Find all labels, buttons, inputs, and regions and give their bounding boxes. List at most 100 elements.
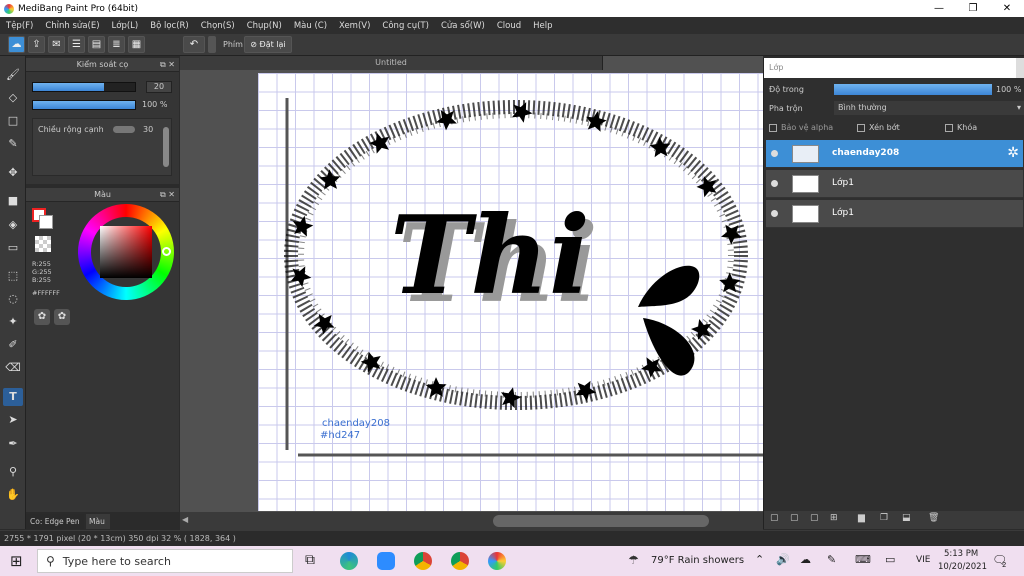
scrollbar-thumb[interactable] bbox=[493, 515, 709, 527]
menu-file[interactable]: Tệp(F) bbox=[0, 21, 39, 31]
layer-row[interactable]: Lớp1 bbox=[766, 170, 1023, 198]
hand-tool-icon[interactable]: ✋ bbox=[3, 486, 23, 504]
windows-start-icon[interactable]: ⊞ bbox=[10, 552, 23, 570]
menu-capture[interactable]: Chụp(N) bbox=[241, 21, 288, 31]
menu-window[interactable]: Cửa sổ(W) bbox=[435, 21, 491, 31]
layer-row[interactable]: Lớp1 bbox=[766, 200, 1023, 228]
close-icon[interactable]: ⧉ ✕ bbox=[160, 58, 175, 72]
new-layer-1bit-icon[interactable]: ▢ bbox=[810, 513, 819, 523]
brush-size-slider[interactable] bbox=[32, 82, 136, 92]
background-color-swatch[interactable] bbox=[39, 215, 53, 229]
lock-checkbox[interactable]: Khóa bbox=[945, 123, 977, 132]
chevron-up-icon[interactable]: ⌃ bbox=[755, 553, 764, 566]
grid-icon[interactable]: ▦ bbox=[128, 36, 145, 53]
select-pen-icon[interactable]: ✐ bbox=[3, 336, 23, 354]
menu-edit[interactable]: Chỉnh sửa(E) bbox=[39, 21, 105, 31]
minimize-button[interactable]: — bbox=[922, 3, 956, 14]
duplicate-icon[interactable]: ❐ bbox=[880, 513, 888, 523]
fill-rect-tool-icon[interactable]: ■ bbox=[3, 192, 23, 210]
text-tool-icon[interactable]: T bbox=[3, 388, 23, 406]
layer-opacity-slider[interactable] bbox=[834, 84, 992, 95]
weather-text[interactable]: 79°F Rain showers bbox=[651, 555, 744, 566]
canvas-paper[interactable]: Thi Thi chaenday208 #hd247 bbox=[258, 73, 763, 511]
brush-tool-icon[interactable]: 🖌 bbox=[3, 66, 23, 84]
brush-name-tab[interactable]: Co: Edge Pen bbox=[26, 514, 84, 529]
pen-tool-icon[interactable]: ✒ bbox=[3, 435, 23, 453]
brush-opacity-slider[interactable] bbox=[32, 100, 136, 110]
taskbar-search[interactable]: ⚲ Type here to search bbox=[37, 549, 293, 573]
menu-filter[interactable]: Bộ lọc(R) bbox=[144, 21, 195, 31]
move-tool-icon[interactable]: ✥ bbox=[3, 164, 23, 182]
keyboard-icon[interactable]: ⌨ bbox=[855, 553, 871, 566]
new-layer-8bit-icon[interactable]: ▢ bbox=[790, 513, 799, 523]
menu-color[interactable]: Màu (C) bbox=[288, 21, 333, 31]
shape-tool-icon[interactable]: □ bbox=[3, 112, 23, 130]
operation-tool-icon[interactable]: ➤ bbox=[3, 411, 23, 429]
stroke-tool-icon[interactable]: ✎ bbox=[3, 135, 23, 153]
scrollbar[interactable] bbox=[163, 127, 169, 167]
hue-wheel[interactable] bbox=[78, 204, 174, 300]
menu-tools[interactable]: Công cụ(T) bbox=[376, 21, 435, 31]
merge-icon[interactable]: ⬓ bbox=[902, 513, 911, 523]
comment-icon[interactable]: ✉ bbox=[48, 36, 65, 53]
add-layer-icon[interactable]: ⊞ bbox=[830, 513, 838, 523]
reset-button[interactable]: ⊘ Đặt lại bbox=[244, 36, 292, 53]
close-button[interactable]: ✕ bbox=[990, 3, 1024, 14]
chrome-icon[interactable] bbox=[414, 552, 432, 570]
menu-cloud[interactable]: Cloud bbox=[491, 21, 527, 31]
select-eraser-icon[interactable]: ⌫ bbox=[3, 359, 23, 377]
edge-width-toggle[interactable] bbox=[113, 126, 135, 133]
layer-row[interactable]: chaenday208 ✲ bbox=[766, 140, 1023, 168]
edge-browser-icon[interactable] bbox=[340, 552, 358, 570]
message-icon[interactable]: ☰ bbox=[68, 36, 85, 53]
close-icon[interactable]: ⧉ ✕ bbox=[160, 188, 175, 202]
language-indicator[interactable]: VIE bbox=[916, 555, 931, 565]
color-tab[interactable]: Màu bbox=[86, 514, 110, 529]
scroll-left-icon[interactable]: ◀ bbox=[182, 515, 188, 524]
panel-scrollbar[interactable] bbox=[1016, 58, 1024, 78]
blend-mode-select[interactable]: Bình thường ▾ bbox=[834, 101, 1024, 115]
bucket-tool-icon[interactable]: ◈ bbox=[3, 216, 23, 234]
palette-icon[interactable]: ✿ bbox=[34, 309, 50, 325]
medibang-taskbar-icon[interactable] bbox=[488, 552, 506, 570]
clip-checkbox[interactable]: Xén bớt bbox=[857, 123, 900, 132]
zoom-app-icon[interactable] bbox=[377, 552, 395, 570]
menu-view[interactable]: Xem(V) bbox=[333, 21, 376, 31]
list-icon[interactable]: ≣ bbox=[108, 36, 125, 53]
folder-icon[interactable]: ▆ bbox=[858, 513, 865, 523]
eyedropper-icon[interactable]: ⚲ bbox=[3, 463, 23, 481]
brush-size-value[interactable]: 20 bbox=[146, 81, 172, 93]
menu-select[interactable]: Chọn(S) bbox=[195, 21, 241, 31]
chrome-profile-icon[interactable] bbox=[451, 552, 469, 570]
magic-wand-icon[interactable]: ✦ bbox=[3, 313, 23, 331]
horizontal-scrollbar[interactable]: ◀ bbox=[180, 512, 763, 530]
select-rect-icon[interactable]: ⬚ bbox=[3, 267, 23, 285]
menu-layer[interactable]: Lớp(L) bbox=[106, 21, 145, 31]
gear-icon[interactable]: ✲ bbox=[1007, 145, 1019, 161]
visibility-icon[interactable] bbox=[771, 210, 778, 217]
transparent-swatch[interactable] bbox=[35, 236, 51, 252]
task-view-icon[interactable]: ⧉ bbox=[305, 552, 315, 568]
saturation-value-square[interactable] bbox=[100, 226, 152, 278]
protect-alpha-checkbox[interactable]: Bảo vệ alpha bbox=[769, 123, 833, 132]
cloud-icon[interactable]: ☁ bbox=[8, 36, 25, 53]
palette-add-icon[interactable]: ✿ bbox=[54, 309, 70, 325]
pen-icon[interactable]: ✎ bbox=[827, 553, 836, 566]
document-tab[interactable]: Untitled bbox=[180, 56, 603, 70]
display-icon[interactable]: ▭ bbox=[885, 553, 895, 566]
clock-date[interactable]: 10/20/2021 bbox=[938, 562, 987, 572]
lasso-icon[interactable]: ◌ bbox=[3, 290, 23, 308]
volume-icon[interactable]: 🔊 bbox=[776, 553, 790, 566]
share-icon[interactable]: ⇪ bbox=[28, 36, 45, 53]
visibility-icon[interactable] bbox=[771, 180, 778, 187]
cloud-sync-icon[interactable]: ☁ bbox=[800, 553, 811, 566]
maximize-button[interactable]: ❐ bbox=[956, 3, 990, 14]
eraser-tool-icon[interactable]: ◇ bbox=[3, 89, 23, 107]
document-icon[interactable]: ▤ bbox=[88, 36, 105, 53]
visibility-icon[interactable] bbox=[771, 150, 778, 157]
trash-icon[interactable]: 🗑 bbox=[928, 513, 939, 523]
clock-time[interactable]: 5:13 PM bbox=[944, 549, 978, 559]
new-layer-icon[interactable]: ▢ bbox=[770, 513, 779, 523]
undo-icon[interactable]: ↶ bbox=[183, 36, 205, 53]
hue-handle[interactable] bbox=[162, 247, 171, 256]
